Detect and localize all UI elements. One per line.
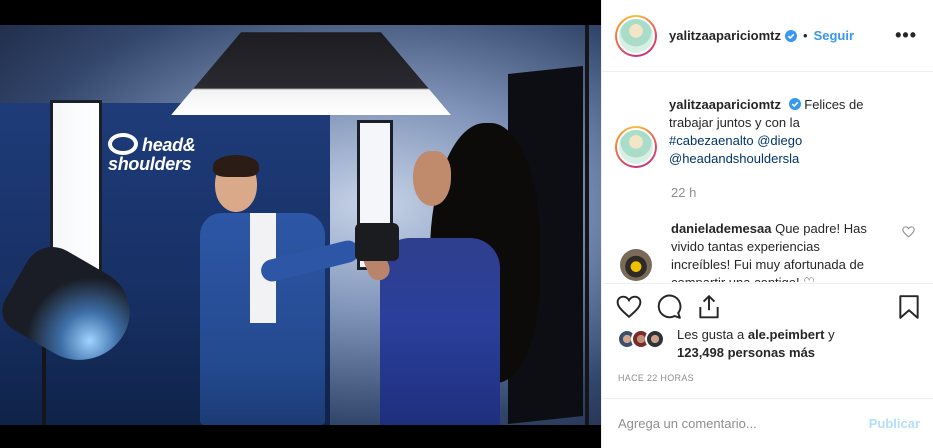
commenter-avatar[interactable] [620,249,652,281]
likes-summary[interactable]: Les gusta a ale.peimbert y 123,498 perso… [617,326,917,362]
comment-text: danielademesaa Que padre! Has vivido tan… [671,220,881,282]
post-timestamp[interactable]: HACE 22 HORAS [618,373,694,383]
liker-username[interactable]: ale.peimbert [748,327,825,342]
woman-figure [345,123,545,425]
post-caption: yalitzaapariciomtz Felices de trabajar j… [615,73,933,168]
verified-badge-icon [788,98,801,110]
follow-button[interactable]: Seguir [814,28,854,43]
publish-button[interactable]: Publicar [869,416,920,431]
mention-link[interactable]: @headandshouldersla [669,151,799,166]
comment-input[interactable] [618,416,858,431]
bookmark-icon[interactable] [896,294,922,320]
post-sidebar: yalitzaapariciomtz • Seguir ••• yalitzaa… [601,0,933,448]
liker-avatar [645,329,665,349]
post-photo[interactable]: head& shoulders [0,25,601,425]
caption-time[interactable]: 22 h [671,185,933,200]
man-figure [200,155,362,425]
verified-badge-icon [785,29,797,42]
instagram-post: head& shoulders yalitzaapariciomtz • Seg… [0,0,933,448]
liker-avatars [617,329,669,351]
hashtag-link[interactable]: #cabezaenalto [669,133,754,148]
author-avatar[interactable] [615,14,657,57]
separator-dot: • [803,28,808,43]
heart-icon[interactable] [616,294,642,320]
comment-icon[interactable] [656,294,682,320]
camera [355,223,399,261]
photo-umbrella [171,32,451,115]
comment-like-icon[interactable] [902,226,915,238]
comment-item: danielademesaa Que padre! Has vivido tan… [615,220,933,282]
post-actions [602,283,933,329]
brand-logo: head& shoulders [108,133,196,174]
caption-username[interactable]: yalitzaapariciomtz [669,97,781,112]
mention-link[interactable]: @diego [757,133,802,148]
author-username[interactable]: yalitzaapariciomtz [669,28,781,43]
comments-list[interactable]: yalitzaapariciomtz Felices de trabajar j… [602,73,933,282]
post-header: yalitzaapariciomtz • Seguir ••• [602,0,933,72]
caption-text: yalitzaapariciomtz Felices de trabajar j… [669,96,879,168]
likes-text: Les gusta a ale.peimbert y 123,498 perso… [677,327,835,360]
share-icon[interactable] [696,294,722,320]
caption-avatar[interactable] [615,126,657,168]
brand-mark-icon [108,133,138,155]
more-options-icon[interactable]: ••• [895,25,917,46]
light-stand [585,25,589,425]
commenter-username[interactable]: danielademesaa [671,221,771,236]
likes-count[interactable]: 123,498 personas más [677,345,815,360]
post-media: head& shoulders [0,0,601,448]
comment-composer: Publicar [602,398,933,448]
